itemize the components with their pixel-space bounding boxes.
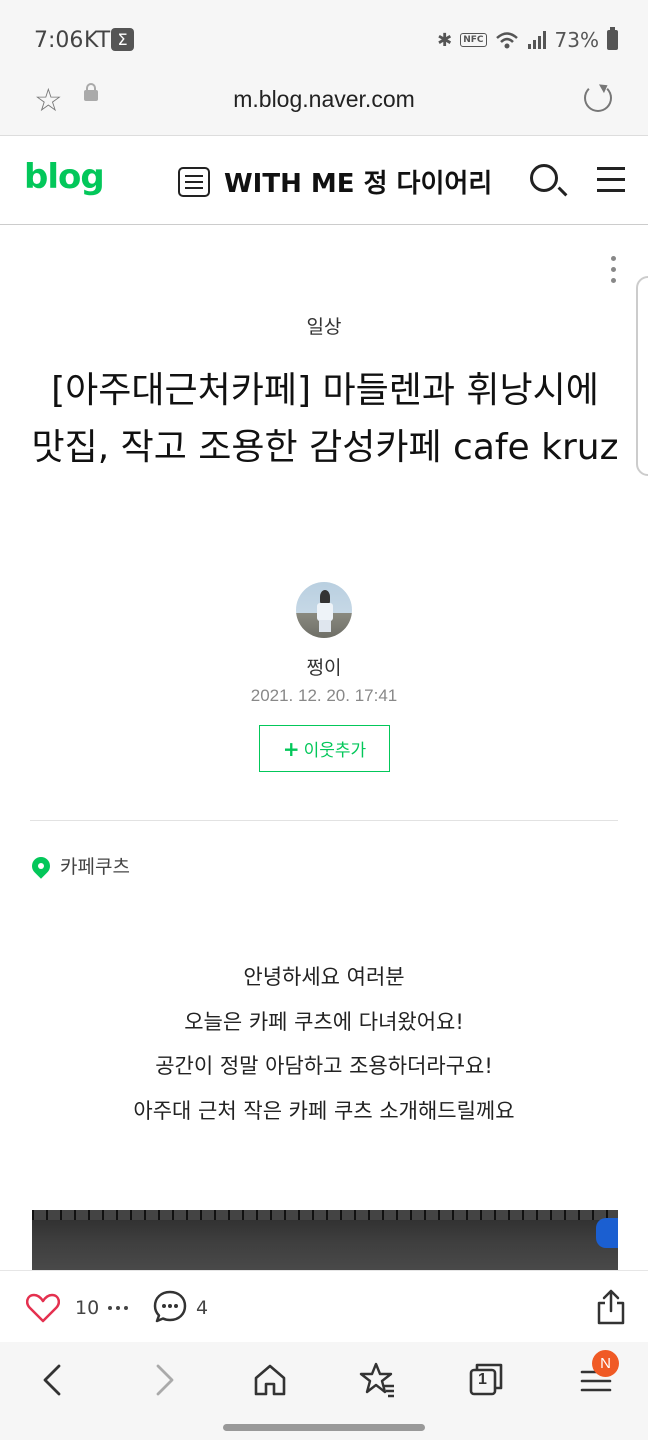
reload-icon[interactable] [584, 84, 612, 112]
post-category[interactable]: 일상 [0, 312, 648, 339]
plus-icon: + [282, 736, 300, 761]
url-bar: ☆ m.blog.naver.com [0, 80, 648, 136]
signal-icon [527, 31, 546, 49]
tabs-icon[interactable]: 1 [466, 1360, 506, 1400]
post-action-bar: 10 4 [0, 1270, 648, 1342]
home-icon[interactable] [250, 1360, 290, 1400]
add-neighbor-label: 이웃추가 [303, 741, 367, 761]
share-icon[interactable] [596, 1289, 626, 1325]
edge-panel-handle[interactable] [636, 276, 648, 476]
blog-title: WITH ME 정 다이어리 [224, 169, 493, 199]
body-line: 오늘은 카페 쿠츠에 다녀왔어요! [184, 1009, 464, 1034]
carrier-sigma-icon: Σ [111, 28, 134, 51]
blog-title-link[interactable]: WITH ME 정 다이어리 [178, 163, 492, 200]
more-options-icon[interactable] [611, 256, 617, 289]
add-neighbor-button[interactable]: + 이웃추가 [259, 725, 390, 772]
blog-logo[interactable]: blog [24, 157, 105, 197]
post-date: 2021. 12. 20. 17:41 [250, 686, 398, 705]
home-gesture-handle[interactable] [223, 1424, 425, 1431]
blog-header: blog WITH ME 정 다이어리 [0, 137, 648, 225]
author-name[interactable]: 쩡이 [0, 653, 648, 680]
status-carrier: KT [84, 28, 111, 53]
status-indicators: ✱ NFC 73% [437, 27, 618, 52]
location-pin-icon [28, 852, 54, 879]
gesture-bar [0, 1416, 648, 1440]
hamburger-menu-icon[interactable] [597, 167, 625, 200]
like-count: 10 [75, 1297, 100, 1319]
divider [30, 820, 618, 821]
post-list-icon [178, 166, 210, 197]
author-avatar[interactable] [296, 582, 352, 638]
body-line: 안녕하세요 여러분 [243, 965, 405, 989]
nfc-icon: NFC [460, 33, 487, 47]
place-link[interactable]: 카페쿠츠 [28, 852, 130, 879]
comment-icon[interactable] [153, 1290, 187, 1324]
battery-percent: 73% [554, 28, 599, 52]
address-field[interactable]: m.blog.naver.com [0, 86, 648, 113]
like-more-icon[interactable] [108, 1306, 128, 1310]
wifi-icon [495, 32, 518, 49]
battery-icon [607, 27, 618, 50]
post-title: [아주대근처카페] 마들렌과 휘낭시에 맛집, 작고 조용한 감성카페 cafe… [31, 370, 619, 468]
status-time: 7:06 [34, 28, 84, 53]
bluetooth-icon: ✱ [437, 29, 453, 51]
post-photo[interactable] [32, 1210, 618, 1272]
new-badge: N [592, 1350, 619, 1377]
like-heart-icon[interactable] [26, 1293, 60, 1323]
bookmarks-icon[interactable] [358, 1360, 398, 1400]
body-line: 공간이 정말 아담하고 조용하더라구요! [155, 1054, 493, 1078]
place-name: 카페쿠츠 [60, 856, 130, 878]
search-icon[interactable] [530, 164, 558, 192]
browser-nav-bar: 1 [0, 1342, 648, 1416]
back-icon[interactable] [34, 1360, 74, 1400]
comment-count: 4 [196, 1297, 209, 1319]
body-line: 아주대 근처 작은 카페 쿠츠 소개해드릴께요 [133, 1098, 515, 1123]
tabs-count: 1 [478, 1371, 487, 1388]
forward-icon[interactable] [143, 1360, 183, 1400]
post-body: 안녕하세요 여러분 오늘은 카페 쿠츠에 다녀왔어요! 공간이 정말 아담하고 … [0, 955, 648, 1133]
status-bar: 7:06 KT Σ ✱ NFC 73% [0, 0, 648, 80]
